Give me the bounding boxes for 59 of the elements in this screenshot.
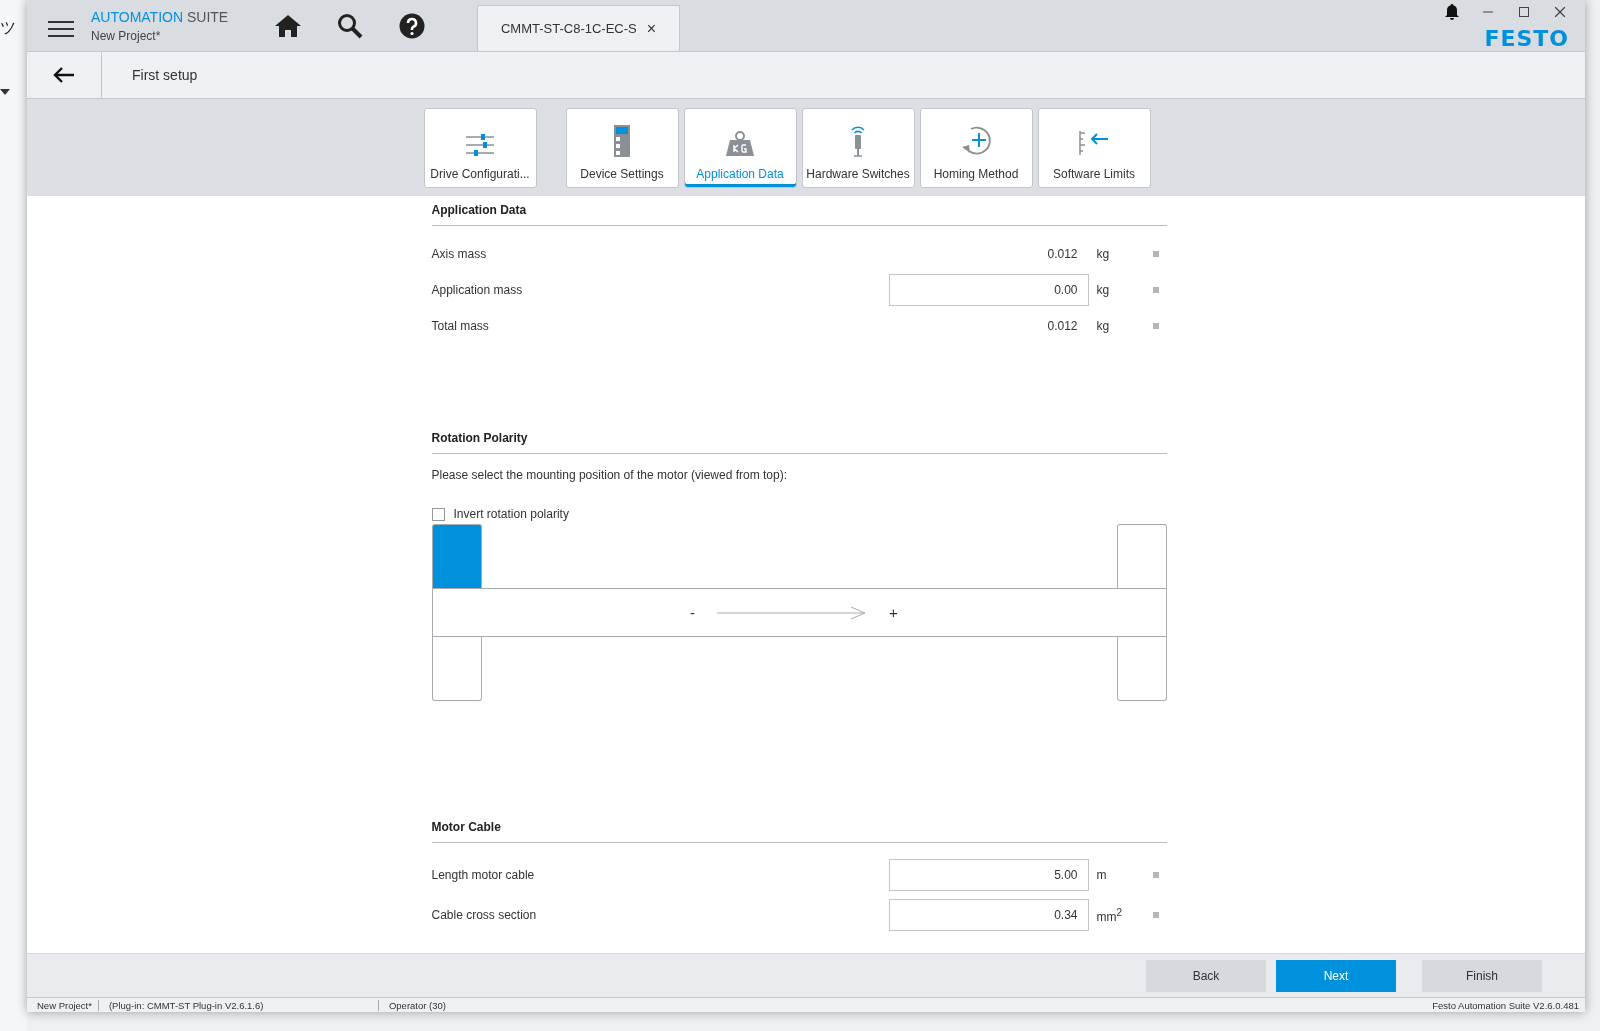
value-text: 0.012	[1046, 319, 1079, 333]
section-heading: Rotation Polarity	[431, 424, 1167, 454]
page-title: First setup	[132, 67, 198, 83]
wizard-tab[interactable]: Drive Configurati...	[423, 108, 537, 188]
maximize-icon[interactable]	[1519, 7, 1529, 17]
document-tab[interactable]: CMMT-ST-C8-1C-EC-S ×	[477, 5, 680, 51]
brand-logo: FESTO	[1484, 26, 1569, 51]
limits-icon	[1078, 129, 1110, 157]
unit-label: kg	[1095, 319, 1111, 333]
back-arrow-icon[interactable]	[53, 67, 75, 83]
checkbox-label: Invert rotation polarity	[453, 507, 569, 521]
status-icon	[1152, 912, 1159, 918]
status-version: Festo Automation Suite V2.6.0.481	[1432, 999, 1580, 1011]
value-input[interactable]: 5.00	[888, 859, 1089, 891]
wizard-tab[interactable]: Software Limits	[1037, 108, 1151, 188]
unit-label: m	[1095, 868, 1108, 882]
status-icon	[1152, 323, 1159, 329]
weight-icon	[725, 131, 755, 157]
checkbox[interactable]	[431, 507, 445, 521]
desktop-text: ツ	[0, 18, 17, 38]
unit-label: mm$^{2}$	[1095, 906, 1124, 924]
device-icon	[614, 125, 630, 157]
status-user: Operator (30)	[387, 999, 447, 1011]
minus-sign: -	[690, 604, 696, 621]
field-label: Length motor cable	[431, 868, 536, 882]
field-label: Axis mass	[431, 247, 488, 261]
value-text: 0.012	[1046, 247, 1079, 261]
project-name: New Project*	[91, 28, 162, 43]
mounting-position[interactable]	[431, 524, 482, 588]
status-icon	[1152, 251, 1159, 257]
close-icon[interactable]	[1555, 7, 1565, 17]
wizard-tab[interactable]: Hardware Switches	[801, 108, 915, 188]
direction-arrow-icon	[717, 605, 868, 620]
section-heading: Motor Cable	[431, 813, 1167, 843]
plus-sign: +	[889, 604, 898, 621]
field-label: Total mass	[431, 319, 490, 333]
notification-bell-icon[interactable]	[1443, 3, 1461, 21]
instruction-text: Please select the mounting position of the motor (viewed from top):	[431, 468, 788, 482]
value-input[interactable]: 0.34	[888, 899, 1089, 931]
status-icon	[1152, 872, 1159, 878]
status-icon	[1152, 287, 1159, 293]
app-title: AUTOMATION SUITE	[91, 8, 230, 25]
status-project: New Project*	[27, 999, 99, 1011]
wizard-tab[interactable]: Homing Method	[919, 108, 1033, 188]
unit-label: kg	[1095, 247, 1111, 261]
wizard-tab[interactable]: Device Settings	[565, 108, 679, 188]
wizard-tab[interactable]: Application Data	[683, 108, 797, 188]
wizard-button[interactable]: Finish	[1422, 959, 1542, 992]
sliders-icon	[465, 133, 495, 157]
field-label: Application mass	[431, 283, 524, 297]
unit-label: kg	[1095, 283, 1111, 297]
caret-icon	[0, 89, 10, 95]
field-label: Cable cross section	[431, 908, 538, 922]
wizard-button[interactable]: Back	[1146, 959, 1266, 992]
status-plugin: (Plug-in: CMMT-ST Plug-in V2.6.1.6)	[98, 999, 379, 1011]
value-input[interactable]: 0.00	[888, 274, 1089, 306]
section-heading: Application Data	[431, 196, 1167, 226]
close-tab-button[interactable]: ×	[646, 19, 657, 38]
sensor-icon	[848, 125, 868, 157]
